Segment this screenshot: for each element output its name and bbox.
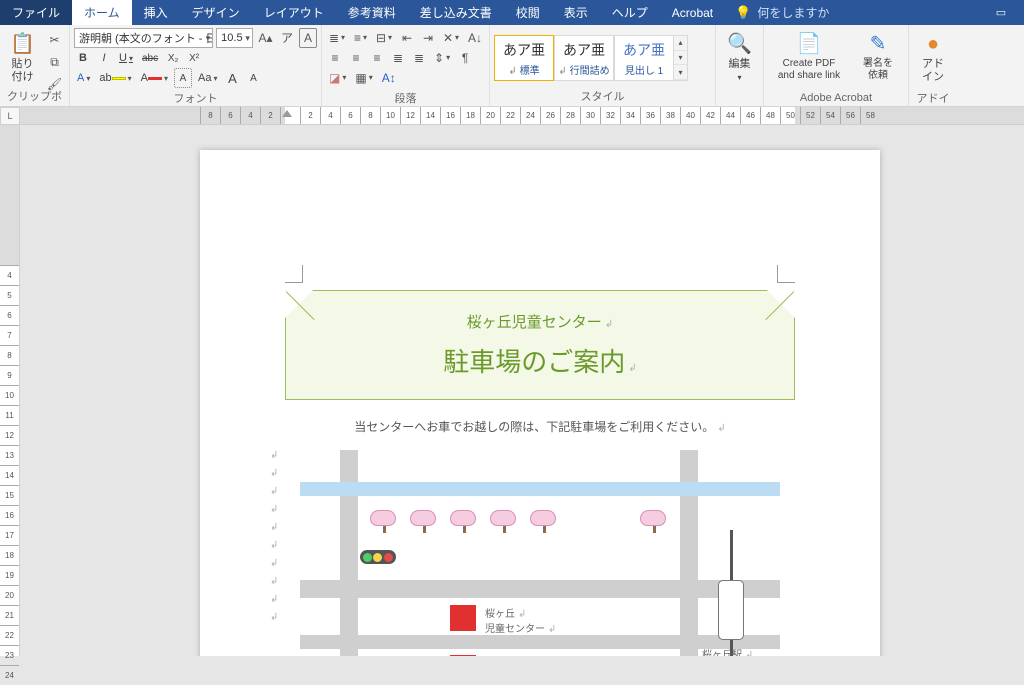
group-font: 游明朝 (本文のフォント - 日本 10.5 A▴ ア A B I U abc … — [70, 25, 322, 106]
text-effects-button[interactable]: A — [74, 68, 93, 88]
tab-help[interactable]: ヘルプ — [600, 0, 660, 25]
font-group-label: フォント — [74, 88, 317, 108]
signature-icon: ✎ — [870, 32, 887, 56]
tab-file[interactable]: ファイル — [0, 0, 72, 25]
grow-font2-button[interactable]: A — [223, 68, 241, 88]
tab-design[interactable]: デザイン — [180, 0, 252, 25]
ribbon-tabbar: ファイル ホーム 挿入 デザイン レイアウト 参考資料 差し込み文書 校閲 表示… — [0, 0, 1024, 25]
asian-layout-button[interactable]: ✕ — [440, 28, 462, 48]
sort-button[interactable]: A↓ — [465, 28, 485, 48]
horizontal-ruler[interactable]: 8642246810121416182022242628303234363840… — [20, 107, 1024, 125]
shading-button[interactable]: ◪ — [326, 68, 349, 88]
page[interactable]: ↲↲↲↲↲↲↲↲↲↲ 桜ヶ丘児童センター↲ 駐車場のご案内↲ 当センターへお車で… — [200, 150, 880, 656]
addin-button[interactable]: ● アドイン — [913, 28, 953, 88]
superscript-button[interactable]: X² — [185, 48, 203, 68]
styles-group-label: スタイル — [494, 86, 711, 106]
bold-button[interactable]: B — [74, 48, 92, 68]
borders-button[interactable]: ▦ — [352, 68, 375, 88]
tell-me-text: 何をしますか — [757, 4, 829, 21]
phonetic-guide-button[interactable]: ア — [278, 28, 296, 48]
acro-group-label: Adobe Acrobat — [768, 90, 904, 106]
style-heading1[interactable]: あア亜 見出し 1 — [614, 35, 674, 81]
style-nospacing[interactable]: あア亜 ↲ 行間詰め — [554, 35, 614, 81]
bulb-icon: 💡 — [735, 5, 751, 21]
numbering-button[interactable]: ≡ — [351, 28, 370, 48]
ribbon-collapse-button[interactable]: ▭ — [978, 0, 1024, 25]
tab-mailings[interactable]: 差し込み文書 — [408, 0, 504, 25]
style-normal[interactable]: あア亜 ↲ 標準 — [494, 35, 554, 81]
align-right-button[interactable]: ≡ — [368, 48, 386, 68]
magnifier-icon: 🔍 — [727, 32, 752, 56]
multilevel-button[interactable]: ⊟ — [373, 28, 395, 48]
document-canvas[interactable]: ↲↲↲↲↲↲↲↲↲↲ 桜ヶ丘児童センター↲ 駐車場のご案内↲ 当センターへお車で… — [20, 125, 1024, 656]
style-gallery-scroll[interactable]: ▴▾▾ — [674, 35, 688, 81]
tab-layout[interactable]: レイアウト — [252, 0, 336, 25]
paste-label: 貼り付け — [10, 58, 35, 84]
window-controls: ▭ — [978, 0, 1024, 25]
create-pdf-button[interactable]: 📄 Create PDF and share link — [768, 28, 850, 86]
align-left-button[interactable]: ≡ — [326, 48, 344, 68]
request-signature-button[interactable]: ✎ 署名を依頼 — [853, 28, 903, 86]
highlight-button[interactable]: ab — [96, 68, 134, 88]
pdf-icon: 📄 — [797, 32, 822, 56]
ruler-corner[interactable]: L — [0, 107, 20, 125]
group-editing: 🔍 編集 ▾ — [716, 25, 764, 106]
show-marks-button[interactable]: ¶ — [456, 48, 474, 68]
tab-review[interactable]: 校閲 — [504, 0, 552, 25]
group-addin: ● アドイン アドイン — [909, 25, 957, 106]
italic-button[interactable]: I — [95, 48, 113, 68]
paste-button[interactable]: 📋 貼り付け — [4, 28, 41, 88]
indent-dec-button[interactable]: ⇤ — [398, 28, 416, 48]
tab-insert[interactable]: 挿入 — [132, 0, 180, 25]
tab-view[interactable]: 表示 — [552, 0, 600, 25]
group-acrobat: 📄 Create PDF and share link ✎ 署名を依頼 Adob… — [764, 25, 909, 106]
font-size-select[interactable]: 10.5 — [216, 28, 253, 48]
group-clipboard: 📋 貼り付け ✂ ⧉ 🖌 クリップボード — [0, 25, 70, 106]
doc-header-panel: 桜ヶ丘児童センター↲ 駐車場のご案内↲ — [285, 290, 795, 400]
tab-acrobat[interactable]: Acrobat — [660, 0, 725, 25]
grow-font-button[interactable]: A▴ — [256, 28, 275, 48]
tell-me[interactable]: 💡 何をしますか — [725, 0, 839, 25]
bullets-button[interactable]: ≣ — [326, 28, 348, 48]
clipboard-icon: 📋 — [10, 32, 35, 56]
shrink-font-button[interactable]: A — [244, 68, 262, 88]
enclose-chars-button[interactable]: A — [299, 28, 317, 48]
subscript-button[interactable]: X₂ — [164, 48, 182, 68]
strike-button[interactable]: abc — [139, 48, 161, 68]
font-name-select[interactable]: 游明朝 (本文のフォント - 日本 — [74, 28, 213, 48]
align-center-button[interactable]: ≡ — [347, 48, 365, 68]
center-marker — [450, 605, 476, 631]
station-icon — [718, 580, 744, 640]
group-paragraph: ≣ ≡ ⊟ ⇤ ⇥ ✕ A↓ ≡ ≡ ≡ ≣ ≣ ⇕ ¶ ◪ ▦ A↕ 段落 — [322, 25, 490, 106]
traffic-signal-icon — [360, 550, 396, 564]
tab-home[interactable]: ホーム — [72, 0, 132, 25]
cut-button[interactable]: ✂ — [44, 30, 65, 50]
char-border-button[interactable]: A — [174, 68, 192, 88]
editing-label-btn: 編集 — [729, 58, 751, 71]
distribute-button[interactable]: ≣ — [410, 48, 428, 68]
indent-inc-button[interactable]: ⇥ — [419, 28, 437, 48]
change-case-button[interactable]: Aa — [195, 68, 220, 88]
doc-title-2: 駐車場のご案内 — [443, 347, 625, 377]
font-color-button[interactable]: A — [138, 68, 171, 88]
copy-button[interactable]: ⧉ — [44, 52, 65, 72]
doc-title-1: 桜ヶ丘児童センター — [467, 314, 602, 331]
para-group-label: 段落 — [326, 88, 485, 108]
doc-intro: 当センターへお車でお越しの際は、下記駐車場をご利用ください。 — [354, 420, 714, 434]
addin-icon: ● — [927, 32, 939, 56]
find-button[interactable]: 🔍 編集 ▾ — [720, 28, 759, 87]
doc-map: 桜ヶ丘↲児童センター↲ 駐車場↲ 桜ヶ丘駅↲ — [300, 450, 780, 656]
vertical-ruler[interactable]: 3211234567891011121314151617181920212223… — [0, 125, 20, 656]
text-direction-button[interactable]: A↕ — [379, 68, 399, 88]
ribbon: 📋 貼り付け ✂ ⧉ 🖌 クリップボード 游明朝 (本文のフォント - 日本 1… — [0, 25, 1024, 107]
line-spacing-button[interactable]: ⇕ — [431, 48, 453, 68]
tab-references[interactable]: 参考資料 — [336, 0, 408, 25]
justify-button[interactable]: ≣ — [389, 48, 407, 68]
group-styles: あア亜 ↲ 標準 あア亜 ↲ 行間詰め あア亜 見出し 1 ▴▾▾ スタイル — [490, 25, 716, 106]
underline-button[interactable]: U — [116, 48, 136, 68]
